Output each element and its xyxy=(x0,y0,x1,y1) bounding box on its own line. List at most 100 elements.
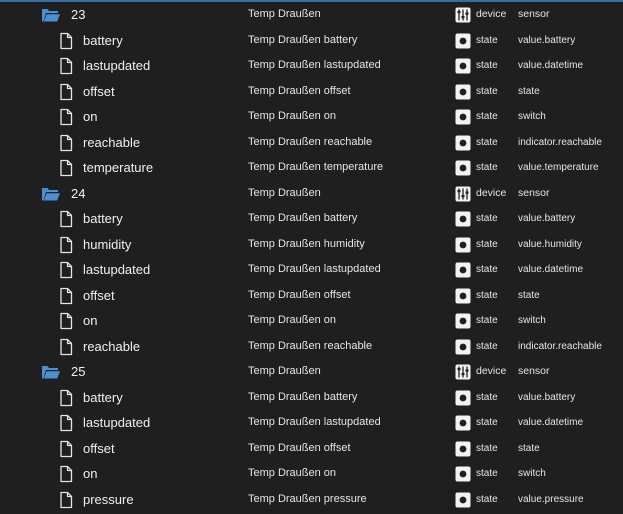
dot-icon xyxy=(455,135,471,151)
object-role: value.datetime xyxy=(518,60,584,71)
tree-row-state[interactable]: lastupdated Temp Draußen lastupdated state… xyxy=(0,53,623,78)
object-name: Temp Draußen reachable xyxy=(248,339,373,352)
object-type: device xyxy=(476,365,507,377)
tree-row-state[interactable]: pressure Temp Draußen pressure state value.… xyxy=(0,487,623,512)
object-type: state xyxy=(476,391,498,403)
tree-row-state[interactable]: reachable Temp Draußen reachable state indi… xyxy=(0,334,623,359)
object-role: value.battery xyxy=(518,391,576,403)
object-id: on xyxy=(83,109,98,124)
file-icon xyxy=(58,32,76,50)
object-role: indicator.reachable xyxy=(518,136,602,148)
folder-open-icon[interactable] xyxy=(41,363,60,381)
object-id: humidity xyxy=(83,236,132,252)
tree-row-state[interactable]: on Temp Draußen on state switch xyxy=(0,308,623,333)
sliders-icon xyxy=(455,364,471,380)
file-icon xyxy=(58,57,76,75)
object-type: state xyxy=(476,493,498,505)
object-id: battery xyxy=(83,389,123,405)
object-name: Temp Draußen humidity xyxy=(248,237,365,250)
folder-open-icon[interactable] xyxy=(41,185,60,203)
object-name: Temp Draußen on xyxy=(248,314,337,326)
object-name: Temp Draußen battery xyxy=(248,33,358,46)
object-type: state xyxy=(476,442,498,454)
object-role: value.humidity xyxy=(518,238,582,250)
object-type: state xyxy=(476,111,498,122)
object-name: Temp Draußen battery xyxy=(248,390,358,403)
object-name: Temp Draußen on xyxy=(248,110,337,122)
object-type: device xyxy=(476,8,507,20)
file-icon xyxy=(58,491,76,509)
object-id: 25 xyxy=(71,364,86,379)
object-role: switch xyxy=(518,315,546,326)
object-id: lastupdated xyxy=(83,262,151,277)
object-name: Temp Draußen xyxy=(248,365,321,377)
dot-icon xyxy=(455,262,471,278)
object-role: value.battery xyxy=(518,34,576,46)
object-name: Temp Draußen battery xyxy=(248,212,358,224)
sliders-icon xyxy=(455,186,471,202)
dot-icon xyxy=(455,237,471,253)
dot-icon xyxy=(455,466,471,482)
tree-row-state[interactable]: offset Temp Draußen offset state state xyxy=(0,79,623,104)
tree-row-state[interactable]: battery Temp Draußen battery state value.ba… xyxy=(0,385,623,410)
object-id: on xyxy=(83,313,98,328)
file-icon xyxy=(58,261,76,279)
tree-row-state[interactable]: offset Temp Draußen offset state state xyxy=(0,283,623,308)
object-role: sensor xyxy=(518,186,550,199)
dot-icon xyxy=(455,313,471,329)
object-name: Temp Draußen lastupdated xyxy=(248,263,381,275)
tree-row-state[interactable]: lastupdated Temp Draußen lastupdated state… xyxy=(0,410,623,435)
object-name: Temp Draußen offset xyxy=(248,441,351,454)
tree-row-device[interactable]: 25 Temp Draußen device sensor xyxy=(0,359,623,384)
tree-row-state[interactable]: offset Temp Draußen offset state state xyxy=(0,436,623,461)
object-role: sensor xyxy=(518,365,550,377)
dot-icon xyxy=(455,160,471,176)
tree-row-state[interactable]: on Temp Draußen on state switch xyxy=(0,104,623,129)
dot-icon xyxy=(455,58,471,74)
object-type: state xyxy=(476,417,498,428)
dot-icon xyxy=(455,339,471,355)
file-icon xyxy=(58,389,76,407)
object-role: value.battery xyxy=(518,213,576,224)
object-type: state xyxy=(476,264,498,275)
tree-row-state[interactable]: temperature Temp Draußen temperature state… xyxy=(0,155,623,180)
object-id: temperature xyxy=(83,160,154,175)
object-type: state xyxy=(476,468,498,479)
tree-row-state[interactable]: battery Temp Draußen battery state value.ba… xyxy=(0,206,623,231)
dot-icon xyxy=(455,390,471,406)
tree-row-device[interactable]: 24 Temp Draußen device sensor xyxy=(0,181,623,206)
object-id: lastupdated xyxy=(83,58,151,73)
object-type: state xyxy=(476,238,498,250)
dot-icon xyxy=(455,415,471,431)
tree-row-state[interactable]: battery Temp Draußen battery state value.ba… xyxy=(0,28,623,53)
object-name: Temp Draußen pressure xyxy=(248,492,367,505)
dot-icon xyxy=(455,288,471,304)
object-name: Temp Draußen offset xyxy=(248,84,351,97)
file-icon xyxy=(58,159,76,177)
object-type: state xyxy=(476,213,498,224)
tree-row-state[interactable]: reachable Temp Draußen reachable state indi… xyxy=(0,130,623,155)
object-type: state xyxy=(476,315,498,326)
object-id: on xyxy=(83,466,98,481)
file-icon xyxy=(58,338,76,356)
object-id: pressure xyxy=(83,491,134,507)
object-name: Temp Draußen temperature xyxy=(248,161,384,173)
object-type: state xyxy=(476,340,498,352)
object-id: 24 xyxy=(71,185,86,201)
tree-row-state[interactable]: on Temp Draußen on state switch xyxy=(0,461,623,486)
object-id: offset xyxy=(83,287,115,303)
object-id: reachable xyxy=(83,338,141,354)
object-id: offset xyxy=(83,83,115,99)
tree-row-state[interactable]: lastupdated Temp Draußen lastupdated state… xyxy=(0,257,623,282)
object-role: state xyxy=(518,289,540,301)
tree-row-device[interactable]: 23 Temp Draußen device sensor xyxy=(0,2,623,27)
object-role: value.temperature xyxy=(518,162,599,173)
object-tree: 23 Temp Draußen device sensor battery Temp Dr… xyxy=(0,0,623,511)
object-name: Temp Draußen xyxy=(248,186,321,199)
folder-open-icon[interactable] xyxy=(41,6,60,24)
file-icon xyxy=(58,465,76,483)
file-icon xyxy=(58,83,76,101)
tree-row-state[interactable]: humidity Temp Draußen humidity state value.… xyxy=(0,232,623,257)
dot-icon xyxy=(455,211,471,227)
object-role: switch xyxy=(518,111,546,122)
